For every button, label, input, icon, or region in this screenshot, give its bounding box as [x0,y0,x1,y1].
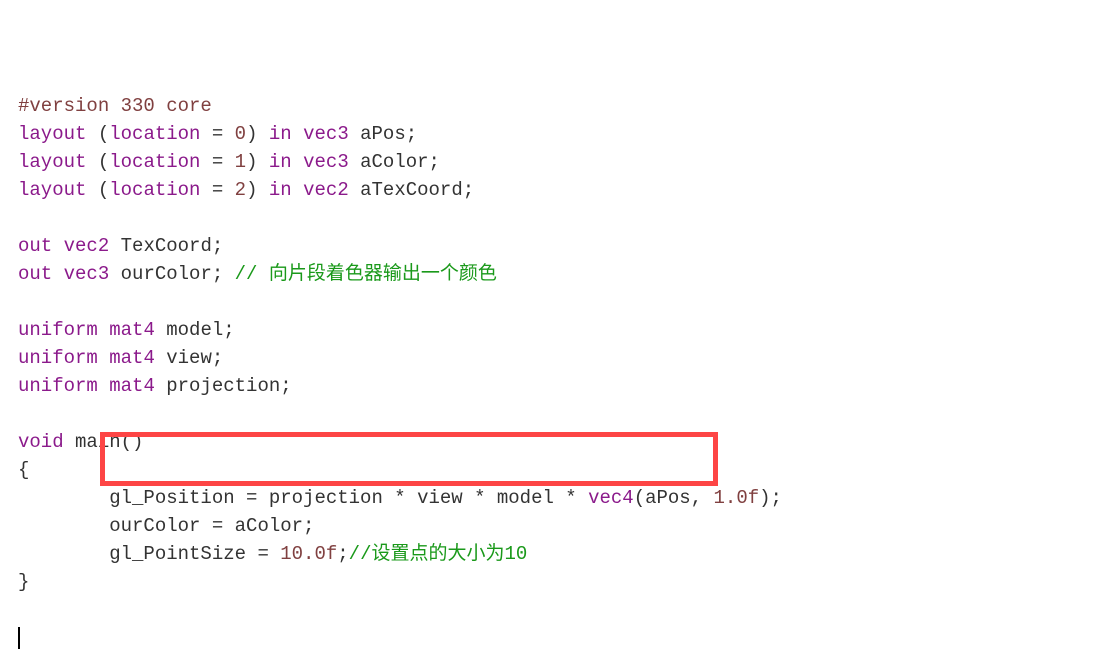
code-token: vec3 [64,263,110,285]
code-token: mat4 [109,347,155,369]
code-token: ( [86,123,109,145]
code-token: ourColor = aColor; [18,515,314,537]
code-token: ( [86,179,109,201]
code-token [292,123,303,145]
text-cursor [18,627,20,649]
code-token: main() [64,431,144,453]
code-token: vec2 [64,235,110,257]
code-token [52,263,63,285]
code-line[interactable]: layout (location = 2) in vec2 aTexCoord; [18,176,1081,204]
code-token: aColor; [349,151,440,173]
code-token: #version 330 core [18,95,212,117]
code-token: in [269,151,292,173]
code-token: // 向片段着色器输出一个颜色 [235,263,497,285]
code-token: ); [759,487,782,509]
code-token [98,319,109,341]
code-line[interactable]: uniform mat4 projection; [18,372,1081,400]
code-token: ( [86,151,109,173]
code-token: { [18,459,29,481]
code-token: aTexCoord; [349,179,474,201]
code-token: layout [18,151,86,173]
code-line[interactable]: } [18,568,1081,596]
code-token: vec4 [588,487,634,509]
code-token: TexCoord; [109,235,223,257]
code-token: location [109,151,200,173]
code-token: ) [246,123,269,145]
code-token: ) [246,151,269,173]
code-line[interactable]: layout (location = 0) in vec3 aPos; [18,120,1081,148]
code-token: ) [246,179,269,201]
code-token: layout [18,179,86,201]
code-token: = [200,151,234,173]
code-token: 1 [235,151,246,173]
code-token: ourColor; [109,263,234,285]
code-line[interactable]: ourColor = aColor; [18,512,1081,540]
code-token: location [109,123,200,145]
code-line[interactable]: void main() [18,428,1081,456]
code-token: vec3 [303,123,349,145]
code-line[interactable]: uniform mat4 model; [18,316,1081,344]
code-line[interactable] [18,400,1081,428]
code-token [292,151,303,173]
code-line[interactable] [18,288,1081,316]
code-token: 2 [235,179,246,201]
code-line[interactable]: layout (location = 1) in vec3 aColor; [18,148,1081,176]
code-token: aPos; [349,123,417,145]
code-line[interactable]: out vec2 TexCoord; [18,232,1081,260]
code-token: //设置点的大小为10 [349,543,528,565]
code-token: uniform [18,319,98,341]
code-token: void [18,431,64,453]
code-token: vec3 [303,151,349,173]
code-token: out [18,263,52,285]
code-token: location [109,179,200,201]
code-token: layout [18,123,86,145]
code-token: 10.0f [280,543,337,565]
code-token: view; [155,347,223,369]
code-token: mat4 [109,319,155,341]
code-token: (aPos, [634,487,714,509]
code-token [98,347,109,369]
code-token: uniform [18,347,98,369]
code-line[interactable]: #version 330 core [18,92,1081,120]
code-line[interactable]: gl_Position = projection * view * model … [18,484,1081,512]
code-line[interactable]: { [18,456,1081,484]
code-token [292,179,303,201]
code-token: gl_Position = projection * view * model … [18,487,588,509]
code-token: out [18,235,52,257]
code-token: ; [337,543,348,565]
code-token: model; [155,319,235,341]
code-token: uniform [18,375,98,397]
code-token: } [18,571,29,593]
code-line[interactable] [18,204,1081,232]
code-token: in [269,179,292,201]
code-token: = [200,179,234,201]
code-token [52,235,63,257]
code-editor[interactable]: #version 330 corelayout (location = 0) i… [18,8,1081,624]
code-token: vec2 [303,179,349,201]
code-token: gl_PointSize = [18,543,280,565]
code-token: projection; [155,375,292,397]
code-line[interactable]: uniform mat4 view; [18,344,1081,372]
code-token: = [200,123,234,145]
code-line[interactable]: out vec3 ourColor; // 向片段着色器输出一个颜色 [18,260,1081,288]
code-token: mat4 [109,375,155,397]
code-token: 1.0f [714,487,760,509]
code-token: in [269,123,292,145]
code-token [98,375,109,397]
code-line[interactable]: gl_PointSize = 10.0f;//设置点的大小为10 [18,540,1081,568]
code-token: 0 [235,123,246,145]
